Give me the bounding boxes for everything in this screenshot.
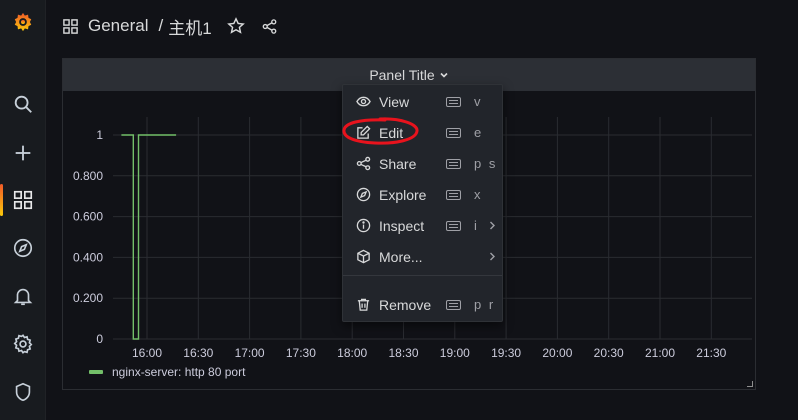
y-tick-label: 1 bbox=[96, 128, 103, 142]
sidebar bbox=[0, 0, 46, 420]
shield-icon[interactable] bbox=[0, 372, 46, 412]
x-tick-label: 21:00 bbox=[645, 346, 675, 360]
eye-icon bbox=[356, 94, 371, 109]
x-tick-label: 20:00 bbox=[542, 346, 572, 360]
chevron-right-icon bbox=[488, 251, 496, 262]
menu-item-inspect[interactable]: Inspect i bbox=[343, 210, 502, 241]
trash-icon bbox=[356, 297, 371, 312]
settings-gear-icon[interactable] bbox=[0, 324, 46, 364]
menu-item-label: Remove bbox=[379, 296, 432, 313]
series-line bbox=[121, 134, 177, 340]
dashboard-header: General / 主机1 bbox=[46, 0, 798, 52]
y-tick-label: 0.200 bbox=[73, 291, 103, 305]
menu-item-view[interactable]: View v bbox=[343, 86, 502, 117]
keyboard-icon bbox=[446, 221, 461, 231]
menu-item-label: Share bbox=[379, 155, 417, 172]
x-tick-label: 18:30 bbox=[388, 346, 418, 360]
legend[interactable]: nginx-server: http 80 port bbox=[89, 365, 245, 379]
y-tick-label: 0 bbox=[96, 332, 103, 346]
y-tick-label: 0.800 bbox=[73, 169, 103, 183]
edit-icon bbox=[356, 125, 371, 140]
menu-item-more[interactable]: More... bbox=[343, 241, 502, 272]
legend-swatch bbox=[89, 370, 103, 374]
dashboards-icon[interactable] bbox=[0, 180, 46, 220]
x-tick-label: 16:00 bbox=[132, 346, 162, 360]
menu-shortcut: v bbox=[474, 94, 483, 109]
menu-item-label: View bbox=[379, 93, 410, 110]
x-tick-label: 18:00 bbox=[337, 346, 367, 360]
chevron-right-icon bbox=[488, 220, 496, 231]
x-tick-label: 17:00 bbox=[235, 346, 265, 360]
x-tick-label: 21:30 bbox=[696, 346, 726, 360]
x-tick-label: 16:30 bbox=[183, 346, 213, 360]
compass-icon bbox=[356, 187, 371, 202]
explore-compass-icon[interactable] bbox=[0, 228, 46, 268]
menu-shortcut: e bbox=[474, 125, 484, 140]
menu-item-explore[interactable]: Explore x bbox=[343, 179, 502, 210]
y-tick-label: 0.600 bbox=[73, 210, 103, 224]
info-icon bbox=[356, 218, 371, 233]
x-tick-label: 20:30 bbox=[594, 346, 624, 360]
dashboard-title[interactable]: 主机1 bbox=[168, 14, 211, 39]
panel-menu: View v Edit e Share p s Explore x Inspec… bbox=[342, 84, 503, 322]
plus-icon[interactable] bbox=[0, 133, 46, 173]
alerting-bell-icon[interactable] bbox=[0, 276, 46, 316]
x-tick-label: 19:00 bbox=[440, 346, 470, 360]
menu-item-label: More... bbox=[379, 248, 423, 265]
menu-item-label: Inspect bbox=[379, 217, 425, 234]
keyboard-icon bbox=[446, 300, 461, 310]
cube-icon bbox=[356, 249, 371, 264]
keyboard-icon bbox=[446, 128, 461, 138]
menu-item-remove[interactable]: Remove p r bbox=[343, 289, 502, 320]
menu-item-label: Explore bbox=[379, 186, 427, 203]
menu-item-edit[interactable]: Edit e bbox=[343, 117, 502, 148]
keyboard-icon bbox=[446, 190, 461, 200]
share-icon[interactable] bbox=[260, 16, 280, 36]
menu-shortcut: p r bbox=[474, 297, 496, 312]
keyboard-icon bbox=[446, 159, 461, 169]
x-tick-label: 17:30 bbox=[286, 346, 316, 360]
x-tick-label: 19:30 bbox=[491, 346, 521, 360]
menu-shortcut: p s bbox=[474, 156, 498, 171]
star-icon[interactable] bbox=[226, 16, 246, 36]
menu-shortcut: x bbox=[474, 187, 483, 202]
dashboard-grid-icon bbox=[62, 18, 79, 35]
breadcrumb-folder[interactable]: General bbox=[88, 16, 148, 36]
panel-title[interactable]: Panel Title bbox=[369, 67, 434, 83]
search-icon[interactable] bbox=[0, 84, 46, 124]
breadcrumb-separator: / bbox=[158, 16, 164, 35]
keyboard-icon bbox=[446, 97, 461, 107]
menu-item-share[interactable]: Share p s bbox=[343, 148, 502, 179]
share-icon bbox=[356, 156, 371, 171]
menu-divider bbox=[343, 275, 502, 276]
menu-shortcut: i bbox=[474, 218, 479, 233]
legend-label[interactable]: nginx-server: http 80 port bbox=[112, 365, 245, 379]
menu-item-label: Edit bbox=[379, 124, 404, 141]
resize-handle[interactable] bbox=[747, 381, 753, 387]
chevron-down-icon[interactable] bbox=[439, 70, 449, 80]
grafana-logo-icon[interactable] bbox=[0, 2, 46, 42]
y-tick-label: 0.400 bbox=[73, 250, 103, 264]
